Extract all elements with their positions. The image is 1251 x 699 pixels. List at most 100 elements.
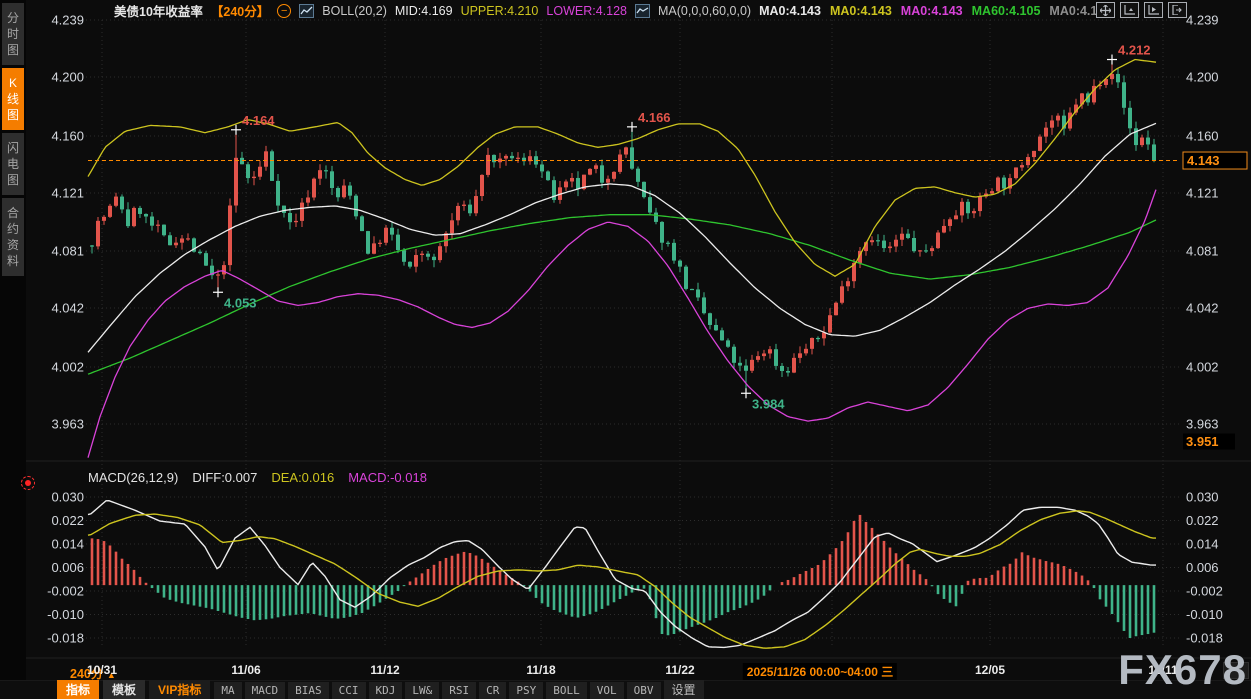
sidebar-tab-3[interactable]: 闪电图 xyxy=(2,133,24,195)
svg-text:4.143: 4.143 xyxy=(1187,153,1220,168)
svg-text:3.963: 3.963 xyxy=(1186,417,1219,432)
period-label[interactable]: 【240分】 xyxy=(211,1,269,20)
ma-settings-icon[interactable] xyxy=(635,4,650,18)
svg-text:4.002: 4.002 xyxy=(51,360,84,375)
svg-text:4.164: 4.164 xyxy=(242,113,275,128)
sidebar-tab-1[interactable]: 分时图 xyxy=(2,3,24,65)
x-tick: 10/31 xyxy=(87,663,117,677)
svg-text:0.030: 0.030 xyxy=(51,490,84,505)
chart-tool-icons xyxy=(1096,2,1187,18)
indicator-btn-MACD[interactable]: MACD xyxy=(245,682,286,699)
macd-diff-value: DIFF:0.007 xyxy=(192,470,257,485)
svg-text:0.006: 0.006 xyxy=(51,560,84,575)
macd-name: MACD(26,12,9) xyxy=(88,470,178,485)
indicator-btn-VOL[interactable]: VOL xyxy=(590,682,624,699)
svg-text:-0.010: -0.010 xyxy=(1186,607,1223,622)
trading-app-window: 4.164 4.166 4.212 4.053 3.984 4.239 4.239 4.200… xyxy=(0,0,1251,699)
x-tick: 11/22 xyxy=(665,663,694,677)
instrument-title: 美债10年收益率 xyxy=(114,1,203,20)
svg-text:4.200: 4.200 xyxy=(1186,70,1219,85)
macd-header: MACD(26,12,9) DIFF:0.007 DEA:0.016 MACD:… xyxy=(88,470,427,485)
boll-upper-value: UPPER:4.210 xyxy=(461,4,539,18)
indicator-btn-CR[interactable]: CR xyxy=(479,682,506,699)
svg-text:0.014: 0.014 xyxy=(1186,537,1219,552)
svg-text:0.022: 0.022 xyxy=(51,513,84,528)
ma-value-4: MA60:4.105 xyxy=(972,4,1041,18)
svg-text:4.239: 4.239 xyxy=(1186,13,1219,28)
x-tick: 11/18 xyxy=(526,663,555,677)
candles-layer xyxy=(90,60,1156,394)
svg-text:4.053: 4.053 xyxy=(224,295,257,310)
chart-header: 美债10年收益率 【240分】 − BOLL(20,2) MID:4.169 U… xyxy=(114,0,1140,21)
macd-dea-value: DEA:0.016 xyxy=(271,470,334,485)
boll-label: BOLL(20,2) xyxy=(322,4,387,18)
indicator-btn-BOLL[interactable]: BOLL xyxy=(546,682,587,699)
svg-text:-0.018: -0.018 xyxy=(47,631,84,646)
toolbar: 指标模板VIP指标 MAMACDBIASCCIKDJLW&RSICRPSYBOL… xyxy=(0,680,1251,699)
indicator-btn-PSY[interactable]: PSY xyxy=(509,682,543,699)
zoom-out-icon[interactable]: − xyxy=(277,4,291,18)
indicator-btn-CCI[interactable]: CCI xyxy=(332,682,366,699)
indicator-btn-RSI[interactable]: RSI xyxy=(442,682,476,699)
chart-canvas[interactable]: 4.164 4.166 4.212 4.053 3.984 4.239 4.239 4.200… xyxy=(0,0,1251,660)
toolbar-tabs: 指标模板VIP指标 xyxy=(57,680,214,699)
x-tick: 12/05 xyxy=(975,663,1005,677)
axis-labels-layer: 4.239 4.239 4.200 4.200 4.160 4.160 4.121 4.121… xyxy=(47,13,1247,646)
pane-axis-play-icon[interactable] xyxy=(1144,2,1163,18)
toolbar-tab-3[interactable]: VIP指标 xyxy=(149,680,210,699)
toolbar-tab-2[interactable]: 模板 xyxy=(103,680,145,699)
x-tick: 11/06 xyxy=(231,663,260,677)
crosshair-icon[interactable] xyxy=(1096,2,1115,18)
svg-text:3.984: 3.984 xyxy=(752,396,785,411)
indicator-btn-BIAS[interactable]: BIAS xyxy=(288,682,329,699)
svg-text:4.121: 4.121 xyxy=(1186,186,1219,201)
ma-label: MA(0,0,0,60,0,0) xyxy=(658,4,751,18)
live-indicator-icon[interactable] xyxy=(21,476,35,490)
svg-text:4.239: 4.239 xyxy=(51,13,84,28)
svg-text:0.006: 0.006 xyxy=(1186,560,1219,575)
indicator-btn-MA[interactable]: MA xyxy=(214,682,241,699)
ma-values: MA0:4.143MA0:4.143MA0:4.143MA60:4.105MA0… xyxy=(759,4,1140,18)
svg-text:-0.018: -0.018 xyxy=(1186,631,1223,646)
settings-button[interactable]: 设置 xyxy=(664,680,704,699)
svg-text:4.081: 4.081 xyxy=(51,244,84,259)
toolbar-tab-1[interactable]: 指标 xyxy=(57,680,99,699)
ma-value-3: MA0:4.143 xyxy=(901,4,963,18)
svg-text:4.002: 4.002 xyxy=(1186,360,1219,375)
svg-text:4.160: 4.160 xyxy=(51,129,84,144)
boll-settings-icon[interactable] xyxy=(299,4,314,18)
boll-mid-value: MID:4.169 xyxy=(395,4,453,18)
svg-text:4.121: 4.121 xyxy=(51,186,84,201)
watermark: FX678 xyxy=(1118,649,1247,691)
indicator-btn-KDJ[interactable]: KDJ xyxy=(369,682,403,699)
svg-text:-0.002: -0.002 xyxy=(47,584,84,599)
sidebar-tab-2[interactable]: K线图 xyxy=(2,68,24,130)
pane-axis-up-icon[interactable] xyxy=(1120,2,1139,18)
svg-text:4.081: 4.081 xyxy=(1186,244,1219,259)
svg-text:4.200: 4.200 xyxy=(51,70,84,85)
collapse-pane-icon[interactable] xyxy=(1168,2,1187,18)
ma-value-2: MA0:4.143 xyxy=(830,4,892,18)
sidebar-tab-4[interactable]: 合约资料 xyxy=(2,198,24,276)
svg-text:0.014: 0.014 xyxy=(51,537,84,552)
svg-text:4.166: 4.166 xyxy=(638,110,671,125)
svg-text:-0.010: -0.010 xyxy=(47,607,84,622)
indicator-btn-LW[interactable]: LW& xyxy=(405,682,439,699)
svg-text:0.030: 0.030 xyxy=(1186,490,1219,505)
indicator-btn-OBV[interactable]: OBV xyxy=(627,682,661,699)
svg-text:-0.002: -0.002 xyxy=(1186,584,1223,599)
current-bar-label: 2025/11/26 00:00~04:00 三 xyxy=(743,663,897,680)
svg-text:4.160: 4.160 xyxy=(1186,129,1219,144)
ma-value-1: MA0:4.143 xyxy=(759,4,821,18)
toolbar-indicators: MAMACDBIASCCIKDJLW&RSICRPSYBOLLVOLOBV xyxy=(214,682,663,699)
low-marker-label: 3.951 xyxy=(1186,434,1219,449)
svg-text:3.963: 3.963 xyxy=(51,417,84,432)
svg-text:0.022: 0.022 xyxy=(1186,513,1219,528)
svg-text:4.042: 4.042 xyxy=(51,301,84,316)
svg-text:4.212: 4.212 xyxy=(1118,43,1151,58)
macd-macd-value: MACD:-0.018 xyxy=(348,470,427,485)
price-markers-layer: 4.164 4.166 4.212 4.053 3.984 xyxy=(213,43,1151,412)
macd-layer xyxy=(88,501,1156,649)
boll-lower-value: LOWER:4.128 xyxy=(546,4,627,18)
svg-text:4.042: 4.042 xyxy=(1186,301,1219,316)
